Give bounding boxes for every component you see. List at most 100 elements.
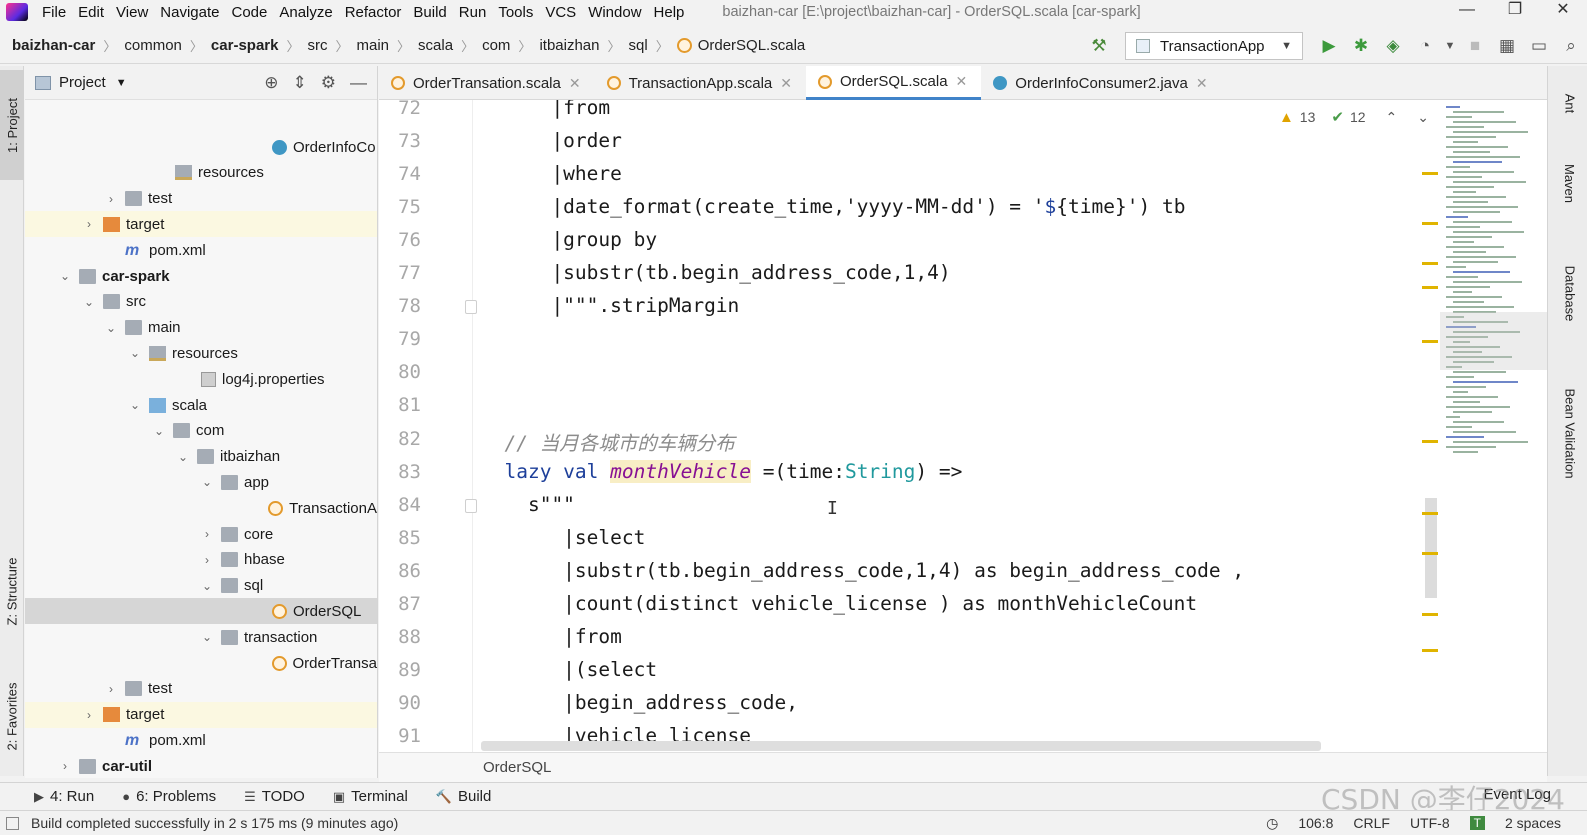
bottom-tab-run[interactable]: ▶ 4: Run xyxy=(34,788,94,805)
warning-stripe-mark[interactable] xyxy=(1422,262,1438,265)
tree-item[interactable]: ⌄ itbaizhan xyxy=(25,444,377,470)
chevron-right-icon[interactable]: › xyxy=(103,682,119,696)
tree-item[interactable]: OrderTransa xyxy=(25,650,377,676)
tree-item[interactable]: › hbase xyxy=(25,547,377,573)
locate-file-icon[interactable]: ⊕ xyxy=(264,73,278,93)
warning-stripe-mark[interactable] xyxy=(1422,440,1438,443)
code-editor[interactable]: 72 73 74 75 76 77 78 79 80 81 82 83 84 85 86 87 88 89 90 91… xyxy=(379,100,1547,752)
tree-item[interactable]: TransactionA xyxy=(25,495,377,521)
menu-refactor[interactable]: Refactor xyxy=(339,4,408,21)
coverage-icon[interactable]: ◈ xyxy=(1377,32,1409,60)
menu-analyze[interactable]: Analyze xyxy=(273,4,338,21)
tree-item[interactable]: ⌄ com xyxy=(25,418,377,444)
tree-item[interactable]: › car-util xyxy=(25,753,377,778)
caret-position[interactable]: 106:8 xyxy=(1298,815,1333,831)
breadcrumb-item[interactable]: sql xyxy=(629,37,648,54)
tree-item[interactable]: OrderInfoCo xyxy=(25,134,377,160)
tree-item[interactable]: › target xyxy=(25,701,377,728)
chevron-down-icon[interactable]: ⌄ xyxy=(151,424,167,438)
breadcrumb-item[interactable]: OrderSQL.scala xyxy=(676,37,805,54)
run-configuration-select[interactable]: TransactionApp ▼ xyxy=(1125,32,1303,60)
menu-navigate[interactable]: Navigate xyxy=(154,4,225,21)
breadcrumb-item[interactable]: common xyxy=(124,37,182,54)
tree-item[interactable]: › core xyxy=(25,521,377,547)
menu-file[interactable]: File xyxy=(36,4,72,21)
build-hammer-icon[interactable]: ⚒ xyxy=(1083,32,1115,60)
close-icon[interactable]: ✕ xyxy=(780,75,792,92)
close-icon[interactable]: ✕ xyxy=(569,75,581,92)
tree-item[interactable]: › target xyxy=(25,211,377,238)
debug-icon[interactable]: ✱ xyxy=(1345,32,1377,60)
tree-item[interactable]: resources xyxy=(25,160,377,186)
warning-stripe-mark[interactable] xyxy=(1422,552,1438,555)
bottom-tab-problems[interactable]: ● 6: Problems xyxy=(122,788,216,805)
gear-icon[interactable]: ⚙ xyxy=(321,73,336,93)
project-tool-tab[interactable]: 1: Project xyxy=(0,70,24,180)
inspection-widget[interactable]: ▲ 13 ✔ 12 ⌃ ⌄ xyxy=(1279,108,1429,127)
stop-icon[interactable]: ■ xyxy=(1459,32,1491,60)
tree-item[interactable]: ⌄ app xyxy=(25,469,377,495)
breadcrumb-item[interactable]: src xyxy=(307,37,327,54)
editor-tab[interactable]: OrderInfoConsumer2.java ✕ xyxy=(981,66,1221,100)
tree-item[interactable]: › test xyxy=(25,186,377,212)
menu-code[interactable]: Code xyxy=(225,4,273,21)
breadcrumb-item[interactable]: com xyxy=(482,37,510,54)
chevron-down-icon[interactable]: ⌄ xyxy=(175,450,191,464)
chevron-down-icon[interactable]: ⌄ xyxy=(57,269,73,283)
line-separator[interactable]: CRLF xyxy=(1353,815,1390,831)
project-structure-icon[interactable]: ▦ xyxy=(1491,32,1523,60)
editor-tab[interactable]: TransactionApp.scala ✕ xyxy=(595,66,806,100)
bottom-tab-terminal[interactable]: ▣ Terminal xyxy=(333,788,408,805)
previous-highlight-icon[interactable]: ⌃ xyxy=(1386,109,1398,126)
tree-item[interactable]: m pom.xml xyxy=(25,237,377,263)
bottom-tab-build[interactable]: 🔨 Build xyxy=(436,788,492,805)
horizontal-scrollbar[interactable] xyxy=(481,741,1321,751)
chevron-right-icon[interactable]: › xyxy=(57,759,73,773)
toggle-tool-windows-icon[interactable] xyxy=(6,816,19,830)
breadcrumb-item[interactable]: itbaizhan xyxy=(539,37,599,54)
favorites-tool-tab[interactable]: 2: Favorites xyxy=(0,666,24,766)
tree-item[interactable]: ⌄ scala xyxy=(25,392,377,418)
window-layout-icon[interactable]: ▭ xyxy=(1523,32,1555,60)
code-minimap[interactable] xyxy=(1440,100,1547,480)
run-icon[interactable]: ▶ xyxy=(1313,32,1345,60)
breadcrumb-item[interactable]: main xyxy=(357,37,390,54)
fold-marker-icon[interactable] xyxy=(465,300,477,315)
minimize-button[interactable]: — xyxy=(1443,0,1491,24)
chevron-right-icon[interactable]: › xyxy=(81,217,97,231)
tree-item[interactable]: ⌄ main xyxy=(25,315,377,341)
restore-button[interactable]: ❐ xyxy=(1491,0,1539,24)
tree-item[interactable]: ⌄ src xyxy=(25,289,377,315)
chevron-down-icon[interactable]: ⌄ xyxy=(127,398,143,412)
more-run-chevron-icon[interactable]: ▼ xyxy=(1441,32,1459,60)
warning-stripe-mark[interactable] xyxy=(1422,340,1438,343)
menu-build[interactable]: Build xyxy=(407,4,452,21)
profile-icon[interactable]: ◔ xyxy=(1409,32,1441,60)
breadcrumb-item[interactable]: scala xyxy=(418,37,453,54)
chevron-down-icon[interactable]: ⌄ xyxy=(81,295,97,309)
tree-item[interactable]: ⌄ car-spark xyxy=(25,263,377,289)
next-highlight-icon[interactable]: ⌄ xyxy=(1417,109,1429,126)
bean-validation-tool-tab[interactable]: Bean Validation xyxy=(1558,388,1582,478)
editor-breadcrumb-item[interactable]: OrderSQL xyxy=(483,759,551,776)
chevron-down-icon[interactable]: ⌄ xyxy=(199,475,215,489)
file-encoding[interactable]: UTF-8 xyxy=(1410,815,1450,831)
chevron-down-icon[interactable]: ⌄ xyxy=(103,321,119,335)
tree-item[interactable]: OrderSQL xyxy=(25,598,377,625)
database-tool-tab[interactable]: Database xyxy=(1558,266,1582,322)
warning-stripe-mark[interactable] xyxy=(1422,222,1438,225)
close-icon[interactable]: ✕ xyxy=(956,73,968,90)
chevron-right-icon[interactable]: › xyxy=(103,192,119,206)
editor-tab[interactable]: OrderTransation.scala ✕ xyxy=(379,66,595,100)
tree-item[interactable]: › test xyxy=(25,676,377,702)
fold-marker-icon[interactable] xyxy=(465,498,477,513)
menu-edit[interactable]: Edit xyxy=(72,4,110,21)
search-icon[interactable]: ⌕ xyxy=(1555,32,1587,60)
chevron-right-icon[interactable]: › xyxy=(81,708,97,722)
close-icon[interactable]: ✕ xyxy=(1196,75,1208,92)
bottom-tab-todo[interactable]: ☰ TODO xyxy=(244,788,305,805)
menu-run[interactable]: Run xyxy=(453,4,493,21)
tree-item[interactable]: m pom.xml xyxy=(25,727,377,753)
chevron-right-icon[interactable]: › xyxy=(199,527,215,541)
structure-tool-tab[interactable]: Z: Structure xyxy=(0,536,24,646)
